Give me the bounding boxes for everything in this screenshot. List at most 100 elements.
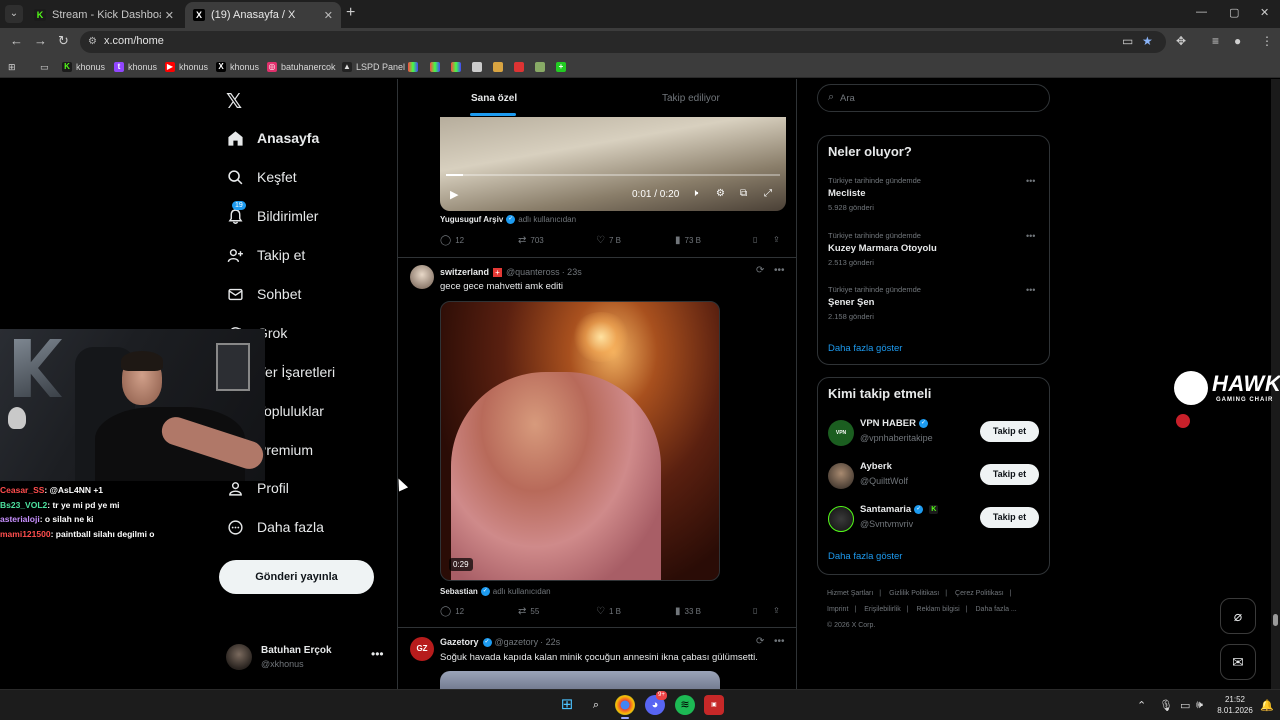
nav-explore[interactable]: Keşfet — [226, 164, 297, 190]
footer-link[interactable]: Çerez Politikası — [955, 590, 1004, 597]
post-time[interactable]: · 22s — [540, 637, 560, 647]
footer-link[interactable]: Erişilebilirlik — [864, 606, 901, 613]
fullscreen-icon[interactable]: ⤢ — [764, 188, 772, 199]
close-icon[interactable]: ✕ — [324, 9, 333, 22]
post-button[interactable]: Gönderi yayınla — [219, 560, 374, 594]
trend-name[interactable]: Mecliste — [828, 188, 866, 199]
trend-name[interactable]: Şener Şen — [828, 297, 874, 308]
footer-link[interactable]: Reklam bilgisi — [917, 606, 960, 613]
search-icon[interactable]: ⌕ — [586, 695, 606, 715]
nav-home[interactable]: Anasayfa — [226, 125, 319, 151]
x-logo-icon[interactable]: 𝕏 — [226, 89, 242, 114]
avatar[interactable] — [410, 265, 434, 289]
grok-float-button[interactable]: ⌀ — [1220, 598, 1256, 634]
footer-link[interactable]: Daha fazla ... — [976, 606, 1017, 613]
stream-app-icon[interactable]: ▣ — [704, 695, 724, 715]
settings-icon[interactable]: ⚙ — [716, 188, 725, 199]
more-horizontal-icon[interactable]: ••• — [1026, 231, 1035, 241]
media-controls-icon[interactable]: ≡ — [1212, 34, 1219, 48]
back-icon[interactable]: ← — [10, 34, 23, 48]
footer-link[interactable]: Imprint — [827, 606, 848, 613]
attribution-name[interactable]: Yugusuguf Arşiv — [440, 215, 503, 224]
tab-following[interactable]: Takip ediliyor — [662, 93, 720, 104]
repost-button[interactable]: ⇄ 703 — [518, 235, 544, 246]
grok-icon[interactable]: ⟳ — [756, 636, 764, 647]
more-horizontal-icon[interactable]: ••• — [1026, 285, 1035, 295]
post-video[interactable]: 0:29 — [440, 301, 720, 581]
extensions-icon[interactable]: ✥ — [1176, 34, 1186, 48]
author-name[interactable]: switzerland — [440, 267, 489, 277]
avatar[interactable]: VPN — [828, 420, 854, 446]
play-icon[interactable]: ▶ — [450, 188, 458, 201]
address-bar[interactable]: ⚙ x.com/home — [80, 31, 1166, 53]
bookmark-icon-2[interactable] — [430, 60, 444, 74]
reply-button[interactable]: ◯ 12 — [440, 235, 464, 246]
microphone-icon[interactable]: 🎙 — [1159, 699, 1173, 712]
new-tab-button[interactable]: + — [346, 5, 355, 21]
search-input[interactable]: ⌕ Ara — [817, 84, 1050, 112]
notification-bell-icon[interactable]: 🔔 — [1260, 699, 1274, 712]
follow-button[interactable]: Takip et — [980, 421, 1039, 442]
bookmark-lspd[interactable]: ▲ LSPD Panel — [342, 60, 405, 74]
bookmark-youtube[interactable]: ▶ khonus — [165, 60, 208, 74]
nav-more[interactable]: Daha fazla — [226, 514, 324, 540]
forward-icon[interactable]: → — [34, 34, 47, 48]
spotify-icon[interactable]: ≋ — [675, 695, 695, 715]
messages-float-button[interactable]: ✉ — [1220, 644, 1256, 680]
account-switcher[interactable]: Batuhan Erçok @xkhonus ••• — [226, 642, 386, 676]
bookmark-twitch[interactable]: t khonus — [114, 60, 157, 74]
pip-icon[interactable]: ⧉ — [740, 188, 747, 199]
nav-messages[interactable]: Sohbet — [226, 281, 301, 307]
chevron-up-icon[interactable]: ⌃ — [1137, 699, 1146, 712]
discord-icon[interactable]: ◕ 9+ — [645, 691, 667, 715]
bookmark-icon-8[interactable]: + — [556, 60, 570, 74]
site-info-icon[interactable]: ⚙ — [88, 36, 100, 48]
author-handle[interactable]: @gazetory — [495, 637, 539, 647]
follow-button[interactable]: Takip et — [980, 464, 1039, 485]
maximize-icon[interactable]: ▢ — [1229, 6, 1239, 19]
minimize-icon[interactable]: — — [1196, 6, 1207, 18]
bookmark-star-icon[interactable]: ★ — [1142, 34, 1153, 48]
trend-name[interactable]: Kuzey Marmara Otoyolu — [828, 243, 937, 254]
browser-menu-icon[interactable]: ⋮ — [1261, 34, 1273, 48]
bookmark-icon-7[interactable] — [535, 60, 549, 74]
scrollbar-thumb[interactable] — [1273, 614, 1278, 626]
reply-button[interactable]: ◯ 12 — [440, 606, 464, 617]
more-horizontal-icon[interactable]: ••• — [1026, 176, 1035, 186]
like-button[interactable]: ♡ 1 B — [596, 606, 621, 617]
bookmark-post-icon[interactable]: ▯ — [753, 235, 757, 244]
tab-kick-dashboard[interactable]: K Stream - Kick Dashboard ✕ — [26, 2, 182, 28]
follow-button[interactable]: Takip et — [980, 507, 1039, 528]
bookmark-icon-1[interactable] — [408, 60, 422, 74]
reload-icon[interactable]: ↻ — [58, 34, 69, 48]
repost-button[interactable]: ⇄ 55 — [518, 606, 539, 617]
bookmark-post-icon[interactable]: ▯ — [753, 606, 757, 615]
tab-for-you[interactable]: Sana özel — [471, 93, 517, 104]
footer-link[interactable]: Hizmet Şartları — [827, 590, 873, 597]
profile-avatar[interactable]: ● — [1234, 34, 1241, 48]
video-player[interactable]: ▶ 0:01 / 0:20 🕨 ⚙ ⧉ ⤢ — [440, 117, 786, 211]
bookmark-icon-6[interactable] — [514, 60, 528, 74]
avatar[interactable]: GZ — [410, 637, 434, 661]
window-close-icon[interactable]: ✕ — [1260, 6, 1269, 19]
bookmark-x[interactable]: Xkhonus — [216, 60, 259, 74]
cast-icon[interactable]: ▭ — [1122, 34, 1133, 48]
attribution-name[interactable]: Sebastian — [440, 587, 478, 596]
suggested-user-name[interactable]: Ayberk — [860, 461, 892, 472]
post-time[interactable]: · 23s — [562, 267, 582, 277]
footer-link[interactable]: Gizlilik Politikası — [889, 590, 939, 597]
post-image[interactable] — [440, 671, 720, 689]
tab-x-home[interactable]: X (19) Anasayfa / X ✕ — [185, 2, 341, 28]
suggested-user-name[interactable]: VPN HABER ✓ — [860, 418, 931, 429]
views-button[interactable]: ▮ 73 B — [675, 235, 701, 246]
bookmark-instagram[interactable]: ◎ batuhanercok — [267, 60, 336, 74]
show-more-link[interactable]: Daha fazla göster — [828, 551, 902, 562]
author-handle[interactable]: @quanteross — [506, 267, 560, 277]
more-horizontal-icon[interactable]: ••• — [371, 647, 384, 661]
grok-icon[interactable]: ⟳ — [756, 265, 764, 276]
system-clock[interactable]: 21:52 8.01.2026 — [1214, 694, 1256, 716]
volume-icon[interactable]: 🕪 — [1196, 699, 1203, 712]
video-progress-bar[interactable] — [446, 174, 780, 176]
suggested-user-name[interactable]: Santamaria ✓ K — [860, 504, 939, 515]
nav-notifications[interactable]: 19 Bildirimler — [226, 201, 318, 229]
